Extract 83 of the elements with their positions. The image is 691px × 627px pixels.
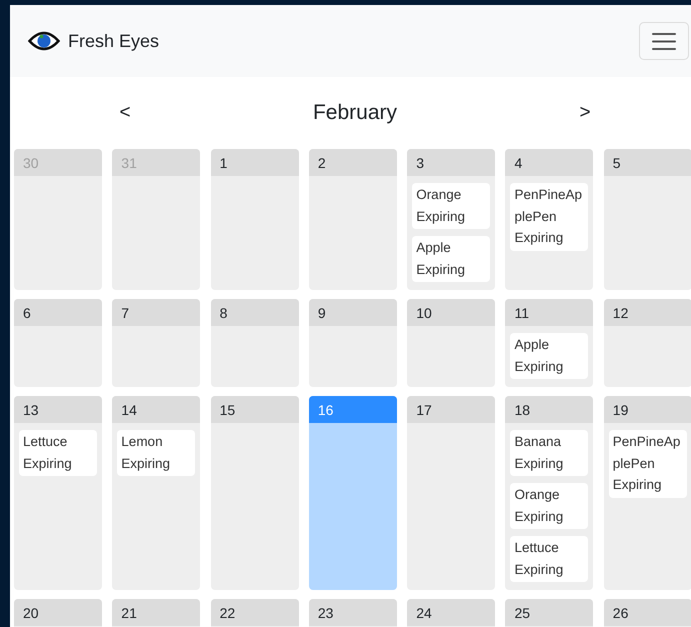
event-card[interactable]: Apple Expiring bbox=[412, 236, 490, 282]
event-status: Expiring bbox=[514, 508, 564, 526]
event-card[interactable]: Lettuce Expiring bbox=[510, 536, 588, 582]
event-card[interactable]: Lemon Expiring bbox=[117, 430, 196, 476]
day-cell[interactable]: 1 bbox=[210, 149, 299, 290]
event-name: Lettuce bbox=[23, 433, 68, 451]
brand-name[interactable]: Fresh Eyes bbox=[68, 30, 160, 52]
day-number: 11 bbox=[505, 299, 594, 326]
day-number: 19 bbox=[604, 396, 691, 423]
event-card[interactable]: Orange Expiring bbox=[510, 483, 588, 529]
day-cell[interactable]: 21 bbox=[112, 599, 200, 627]
event-name: Lemon bbox=[121, 433, 164, 451]
day-number: 9 bbox=[308, 299, 397, 326]
event-name: Banana bbox=[514, 433, 562, 451]
day-number: 12 bbox=[604, 299, 691, 326]
month-title: February bbox=[312, 101, 398, 125]
day-number: 5 bbox=[604, 149, 691, 176]
day-cell[interactable]: 10 bbox=[407, 299, 496, 387]
event-status: Expiring bbox=[121, 454, 172, 473]
day-cell[interactable]: 22 bbox=[210, 599, 299, 627]
day-cell[interactable]: 11 Apple Expiring bbox=[505, 299, 594, 387]
event-status: Expiring bbox=[514, 229, 564, 247]
day-cell[interactable]: 4 PenPineApplePen Expiring bbox=[505, 149, 594, 290]
day-number: 4 bbox=[505, 149, 594, 176]
event-status: Expiring bbox=[416, 260, 466, 279]
day-number: 6 bbox=[14, 299, 102, 326]
event-status: Expiring bbox=[416, 208, 466, 226]
day-cell[interactable]: 24 bbox=[407, 599, 496, 627]
menu-icon bbox=[652, 32, 676, 50]
day-cell[interactable]: 25 bbox=[505, 599, 594, 627]
day-cell[interactable]: 6 bbox=[14, 299, 102, 387]
day-cell[interactable]: 13 Lettuce Expiring bbox=[14, 396, 102, 590]
day-number: 17 bbox=[407, 396, 496, 423]
event-status: Expiring bbox=[514, 454, 564, 473]
day-number: 3 bbox=[407, 149, 496, 176]
day-number: 18 bbox=[505, 396, 594, 423]
day-cell[interactable]: 5 bbox=[604, 149, 691, 290]
day-cell[interactable]: 8 bbox=[210, 299, 299, 387]
event-card[interactable]: PenPineApplePen Expiring bbox=[608, 430, 687, 498]
event-status: Expiring bbox=[514, 358, 564, 376]
menu-button[interactable] bbox=[639, 22, 689, 60]
day-number: 15 bbox=[210, 396, 299, 423]
day-cell[interactable]: 20 bbox=[14, 599, 102, 627]
previous-month-button[interactable]: < bbox=[115, 100, 135, 126]
event-card[interactable]: Lettuce Expiring bbox=[19, 430, 97, 476]
day-cell[interactable]: 2 bbox=[308, 149, 397, 290]
day-cell[interactable]: 18 Banana Expiring Orange Expiring Lettuce Expiring bbox=[505, 396, 594, 590]
event-name: PenPineApplePen bbox=[514, 186, 584, 226]
day-number: 14 bbox=[112, 396, 200, 423]
day-cell[interactable]: 9 bbox=[308, 299, 397, 387]
day-number: 30 bbox=[14, 149, 102, 176]
next-month-button[interactable]: > bbox=[575, 100, 595, 126]
day-cell[interactable]: 23 bbox=[308, 599, 397, 627]
event-name: Apple bbox=[416, 239, 452, 257]
day-number: 2 bbox=[308, 149, 397, 176]
day-number: 8 bbox=[210, 299, 299, 326]
day-cell[interactable]: 19 PenPineApplePen Expiring bbox=[604, 396, 691, 590]
event-status: Expiring bbox=[514, 560, 564, 579]
day-number: 10 bbox=[407, 299, 496, 326]
eye-icon bbox=[28, 31, 60, 51]
event-card[interactable]: Apple Expiring bbox=[510, 333, 588, 379]
event-card[interactable]: PenPineApplePen Expiring bbox=[510, 183, 588, 250]
day-cell[interactable]: 3 Orange Expiring Apple Expiring bbox=[407, 149, 496, 290]
day-number: 31 bbox=[112, 149, 200, 176]
day-cell[interactable]: 17 bbox=[407, 396, 496, 590]
day-number: 13 bbox=[14, 396, 102, 423]
day-number: 1 bbox=[210, 149, 299, 176]
day-cell[interactable]: 15 bbox=[210, 396, 299, 590]
day-cell[interactable]: 14 Lemon Expiring bbox=[112, 396, 200, 590]
day-number: 16 bbox=[308, 396, 397, 423]
day-number: 7 bbox=[112, 299, 200, 326]
day-cell[interactable]: 7 bbox=[112, 299, 200, 387]
event-name: Lettuce bbox=[514, 539, 560, 557]
event-name: Orange bbox=[514, 486, 561, 504]
event-card[interactable]: Banana Expiring bbox=[510, 430, 588, 476]
day-cell[interactable]: 26 bbox=[604, 599, 691, 627]
event-card[interactable]: Orange Expiring bbox=[412, 183, 490, 229]
event-status: Expiring bbox=[612, 476, 663, 494]
event-name: Orange bbox=[416, 186, 462, 204]
event-name: Apple bbox=[514, 336, 550, 354]
day-cell[interactable]: 12 bbox=[604, 299, 691, 387]
event-status: Expiring bbox=[23, 454, 73, 473]
event-name: PenPineApplePen bbox=[612, 433, 682, 473]
